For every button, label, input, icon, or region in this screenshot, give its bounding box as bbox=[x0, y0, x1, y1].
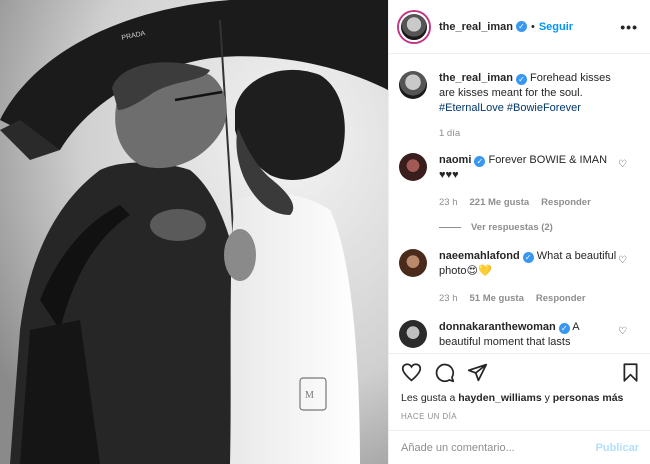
share-paper-plane-icon[interactable] bbox=[467, 362, 488, 383]
comment-username[interactable]: naeemahlafond bbox=[439, 250, 520, 262]
separator-dot: • bbox=[530, 20, 535, 33]
post-header: the_real_iman ✓ • Seguir ••• bbox=[389, 0, 650, 54]
post-side-panel: the_real_iman ✓ • Seguir ••• the_real_im… bbox=[388, 0, 650, 464]
like-comment-heart-icon[interactable]: ♡ bbox=[618, 326, 627, 337]
likes-user-link[interactable]: hayden_williams bbox=[458, 392, 541, 404]
caption-avatar[interactable] bbox=[399, 71, 427, 99]
save-bookmark-icon[interactable] bbox=[620, 362, 641, 383]
svg-text:M: M bbox=[305, 390, 314, 401]
caption-text-block: the_real_iman ✓ Forehead kisses are kisse… bbox=[439, 71, 617, 116]
verified-badge-icon: ✓ bbox=[515, 74, 527, 85]
action-icons-row bbox=[401, 360, 641, 384]
instagram-post: PRADA M the_real_iman ✓ • Seguir ••• the… bbox=[0, 0, 650, 464]
comment-time[interactable]: 23 h bbox=[439, 293, 458, 304]
post-photo[interactable]: PRADA M bbox=[0, 0, 388, 464]
comment-text-block: naeemahlafond ✓ What a beautiful photo😍💛 bbox=[439, 249, 617, 279]
commenter-avatar[interactable] bbox=[399, 249, 427, 277]
view-replies-label: Ver respuestas (2) bbox=[471, 222, 553, 233]
comment-likes[interactable]: 51 Me gusta bbox=[470, 293, 524, 304]
like-comment-heart-icon[interactable]: ♡ bbox=[618, 255, 627, 266]
likes-summary: Les gusta a hayden_williams y personas m… bbox=[401, 392, 641, 404]
comment-item: naomi ✓ Forever BOWIE & IMAN ♥♥♥ ♡ bbox=[399, 153, 641, 183]
verified-badge-icon: ✓ bbox=[515, 21, 527, 32]
posted-ago[interactable]: HACE UN DÍA bbox=[401, 412, 641, 421]
reply-button[interactable]: Responder bbox=[536, 293, 586, 304]
comment-item: donnakaranthewoman ✓ A beautiful moment t… bbox=[399, 320, 641, 350]
caption-hashtags[interactable]: #EternalLove #BowieForever bbox=[439, 102, 581, 114]
likes-others-link[interactable]: personas más bbox=[553, 392, 624, 404]
verified-badge-icon: ✓ bbox=[558, 323, 570, 334]
caption-meta: 1 día bbox=[439, 128, 641, 139]
comment-bubble-icon[interactable] bbox=[434, 362, 455, 383]
likes-mid: y bbox=[544, 392, 550, 404]
comment-item: naeemahlafond ✓ What a beautiful photo😍💛 … bbox=[399, 249, 641, 279]
comment-username[interactable]: naomi bbox=[439, 154, 471, 166]
comment-username[interactable]: donnakaranthewoman bbox=[439, 321, 556, 333]
likes-prefix: Les gusta a bbox=[401, 392, 456, 404]
caption-time[interactable]: 1 día bbox=[439, 128, 460, 139]
author-avatar[interactable] bbox=[399, 11, 429, 42]
comment-meta: 23 h 221 Me gusta Responder bbox=[439, 197, 641, 208]
comment-text-block: donnakaranthewoman ✓ A beautiful moment t… bbox=[439, 320, 617, 350]
commenter-avatar[interactable] bbox=[399, 320, 427, 348]
couple-under-umbrella-image: PRADA M bbox=[0, 0, 388, 464]
comments-list[interactable]: the_real_iman ✓ Forehead kisses are kisse… bbox=[389, 55, 650, 352]
verified-badge-icon: ✓ bbox=[474, 156, 486, 167]
like-heart-icon[interactable] bbox=[401, 362, 422, 383]
caption-username[interactable]: the_real_iman bbox=[439, 72, 513, 84]
comment-time[interactable]: 23 h bbox=[439, 197, 458, 208]
like-comment-heart-icon[interactable]: ♡ bbox=[618, 159, 627, 170]
reply-button[interactable]: Responder bbox=[541, 197, 591, 208]
replies-divider-line bbox=[439, 227, 461, 228]
publish-button[interactable]: Publicar bbox=[596, 442, 639, 454]
commenter-avatar[interactable] bbox=[399, 153, 427, 181]
author-username[interactable]: the_real_iman bbox=[439, 21, 513, 33]
post-actions: Les gusta a hayden_williams y personas m… bbox=[389, 353, 650, 429]
caption: the_real_iman ✓ Forehead kisses are kisse… bbox=[399, 71, 641, 116]
comment-likes[interactable]: 221 Me gusta bbox=[470, 197, 530, 208]
comment-text-block: naomi ✓ Forever BOWIE & IMAN ♥♥♥ bbox=[439, 153, 617, 183]
comment-meta: 23 h 51 Me gusta Responder bbox=[439, 293, 641, 304]
add-comment-input[interactable] bbox=[401, 441, 596, 454]
view-replies-button[interactable]: Ver respuestas (2) bbox=[439, 222, 641, 233]
follow-button[interactable]: Seguir bbox=[539, 21, 573, 33]
add-comment-bar: Publicar bbox=[389, 430, 650, 464]
more-options-icon[interactable]: ••• bbox=[620, 19, 638, 35]
verified-badge-icon: ✓ bbox=[522, 252, 534, 263]
